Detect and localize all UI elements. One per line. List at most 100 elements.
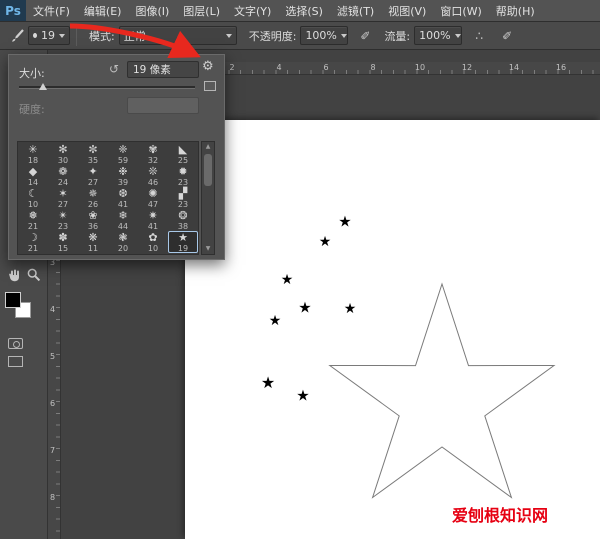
brush-preset-size: 30 [58,156,68,165]
opacity-label: 不透明度: [249,28,297,44]
scrollbar-thumb[interactable] [204,154,212,186]
brush-preset[interactable]: ❈59 [108,143,138,165]
brush-preset-size: 23 [58,222,68,231]
ruler-number: 14 [509,63,519,72]
menu-item[interactable]: 帮助(H) [489,0,542,21]
menu-item[interactable]: 图像(I) [128,0,176,21]
canvas[interactable]: 爱刨根知识网 ★★★★★★★★ [185,120,600,539]
brush-preset-icon: ◆ [29,166,37,178]
brush-preset[interactable]: ✾32 [138,143,168,165]
brush-preset[interactable]: ✽15 [48,231,78,253]
pen-pressure-size-icon[interactable]: ✐ [496,26,518,46]
brush-preset-icon: ❁ [58,166,67,178]
menu-item[interactable]: 视图(V) [381,0,433,21]
chevron-down-icon [59,34,65,38]
brush-preset[interactable]: ◣25 [168,143,198,165]
ruler-number: 5 [50,352,55,361]
size-field[interactable]: 19 像素 [127,61,199,78]
brush-preset-icon: ☽ [28,232,38,244]
brush-preset-icon: ✦ [88,166,97,178]
brush-preset[interactable]: ✺47 [138,187,168,209]
brush-preset[interactable]: ✵26 [78,187,108,209]
brush-preset[interactable]: ❆41 [108,187,138,209]
brush-preset[interactable]: ✶27 [48,187,78,209]
brush-preset-size: 23 [178,178,188,187]
brush-preset[interactable]: ❄44 [108,209,138,231]
painted-star: ★ [269,314,282,328]
painted-star: ★ [338,215,351,230]
brush-preset-size: 14 [28,178,38,187]
brush-preset[interactable]: ✷41 [138,209,168,231]
painted-star: ★ [344,302,357,316]
reset-icon[interactable]: ↺ [109,62,119,76]
divider [76,26,77,46]
menu-item[interactable]: 选择(S) [278,0,330,21]
brush-preset-icon: ❋ [88,232,97,244]
size-slider[interactable] [19,86,195,89]
zoom-tool[interactable] [25,266,43,284]
brush-preset-size: 35 [88,156,98,165]
brush-tool-icon[interactable] [6,26,28,46]
brush-preset-size: 36 [88,222,98,231]
brush-preset-size: 59 [118,156,128,165]
brush-preset[interactable]: ✿10 [138,231,168,253]
screen-mode-button[interactable] [8,356,23,367]
brush-preset-size: 23 [178,200,188,209]
brush-preset[interactable]: ▞23 [168,187,198,209]
tool-options-bar: 19 模式: 正常 不透明度: 100% ✐ 流量: 100% ∴ ✐ [0,22,600,50]
brush-preset-size: 26 [88,200,98,209]
brush-preset[interactable]: ☾10 [18,187,48,209]
mode-select[interactable]: 正常 [119,26,237,45]
brush-preset[interactable]: ✹23 [168,165,198,187]
opacity-select[interactable]: 100% [300,26,348,45]
brush-preset[interactable]: ☽21 [18,231,48,253]
menu-bar: Ps 文件(F)编辑(E)图像(I)图层(L)文字(Y)选择(S)滤镜(T)视图… [0,0,600,22]
brush-preset-icon: ✽ [58,232,67,244]
brush-preset[interactable]: ★19 [168,231,198,253]
menu-item[interactable]: 文字(Y) [227,0,278,21]
foreground-color-swatch[interactable] [5,292,21,308]
new-brush-icon[interactable] [204,81,216,91]
slider-thumb[interactable] [39,83,47,90]
brush-preset[interactable]: ✼35 [78,143,108,165]
menu-item[interactable]: 窗口(W) [433,0,488,21]
airbrush-icon[interactable]: ∴ [468,26,490,46]
brush-preset[interactable]: ✻30 [48,143,78,165]
ruler-number: 12 [462,63,472,72]
quick-mask-button[interactable] [8,338,23,349]
brush-preset-size: 39 [118,178,128,187]
brush-grid: ✳18✻30✼35❈59✾32◣25◆14❁24✦27❉39❊46✹23☾10✶… [17,141,199,255]
brush-preset-dropdown[interactable]: 19 [28,26,70,45]
brush-preset[interactable]: ❁24 [48,165,78,187]
brush-preset-size: 41 [148,222,158,231]
brush-preset[interactable]: ❊46 [138,165,168,187]
menu-item[interactable]: 文件(F) [26,0,77,21]
brush-preset[interactable]: ◆14 [18,165,48,187]
menu-item[interactable]: 滤镜(T) [330,0,381,21]
brush-preset[interactable]: ❉39 [108,165,138,187]
scrollbar[interactable]: ▲ ▼ [201,141,215,255]
brush-preset[interactable]: ❂38 [168,209,198,231]
menu-item[interactable]: 图层(L) [176,0,227,21]
menu-item[interactable]: 编辑(E) [77,0,129,21]
painted-star: ★ [281,273,294,287]
scroll-up-icon[interactable]: ▲ [206,142,211,152]
hand-tool[interactable] [5,266,23,284]
brush-preset-size: 10 [28,200,38,209]
brush-preset[interactable]: ✦27 [78,165,108,187]
flow-select[interactable]: 100% [414,26,462,45]
brush-preset-size: 32 [148,156,158,165]
brush-preset[interactable]: ✳18 [18,143,48,165]
gear-icon[interactable]: ⚙ [202,59,214,74]
brush-preset[interactable]: ✴23 [48,209,78,231]
pen-pressure-opacity-icon[interactable]: ✐ [354,26,376,46]
brush-preset-size: 11 [88,244,98,253]
brush-preset[interactable]: ❃20 [108,231,138,253]
brush-preset[interactable]: ❀36 [78,209,108,231]
scroll-down-icon[interactable]: ▼ [206,244,211,254]
ruler-number: 16 [556,63,566,72]
brush-size-value: 19 [41,29,55,42]
brush-preset[interactable]: ❅21 [18,209,48,231]
brush-preset-icon: ❂ [178,210,187,222]
brush-preset[interactable]: ❋11 [78,231,108,253]
